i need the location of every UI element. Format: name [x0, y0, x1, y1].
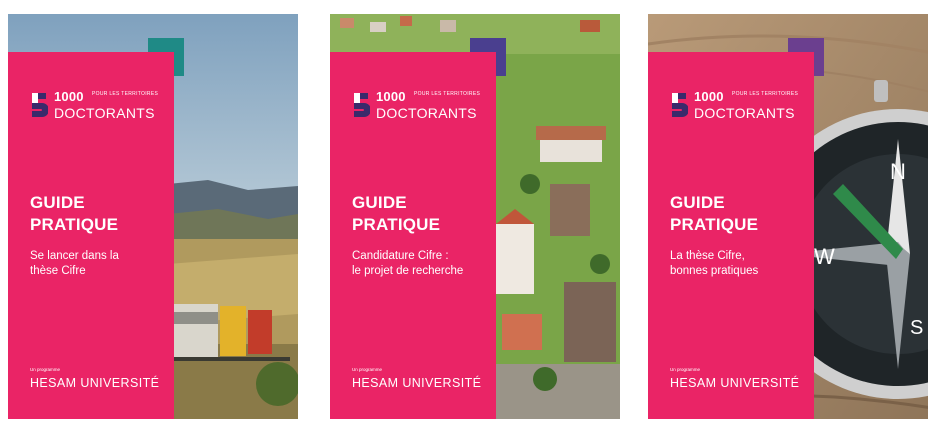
logo-tagline: pour les territoires: [732, 91, 799, 97]
guide-card-3[interactable]: N W S 1000 pour les territoires DOCTORAN…: [648, 14, 928, 419]
logo-word: DOCTORANTS: [694, 105, 795, 121]
title-line-2: PRATIQUE: [30, 215, 119, 234]
cover-panel: 1000 pour les territoires DOCTORANTS GUI…: [648, 52, 814, 419]
title-line-2: PRATIQUE: [352, 215, 441, 234]
university-name: HESAM UNIVERSITÉ: [30, 376, 160, 390]
cover-panel: 1000 pour les territoires DOCTORANTS GUI…: [8, 52, 174, 419]
guide-title: GUIDE PRATIQUE: [670, 192, 810, 236]
subtitle-line-1: Candidature Cifre :: [352, 250, 449, 262]
cover-panel: 1000 pour les territoires DOCTORANTS GUI…: [330, 52, 496, 419]
doctorants-logo: 1000 pour les territoires DOCTORANTS: [30, 89, 180, 131]
logo-five-icon: [32, 93, 48, 117]
svg-text:W: W: [814, 244, 835, 269]
logo-number: 1000: [54, 89, 84, 104]
university-name: HESAM UNIVERSITÉ: [352, 376, 482, 390]
university-name: HESAM UNIVERSITÉ: [670, 376, 800, 390]
subtitle-line-1: La thèse Cifre,: [670, 250, 745, 262]
title-line-1: GUIDE: [670, 193, 725, 212]
logo-five-icon: [672, 93, 688, 117]
guide-subtitle: Se lancer dans la thèse Cifre: [30, 249, 170, 279]
logo-number: 1000: [376, 89, 406, 104]
subtitle-line-2: le projet de recherche: [352, 265, 464, 277]
doctorants-logo: 1000 pour les territoires DOCTORANTS: [670, 89, 820, 131]
logo-number: 1000: [694, 89, 724, 104]
svg-text:S: S: [910, 317, 923, 339]
title-line-1: GUIDE: [352, 193, 407, 212]
guide-title: GUIDE PRATIQUE: [352, 192, 492, 236]
program-label: Un programme: [30, 367, 61, 372]
logo-word: DOCTORANTS: [376, 105, 477, 121]
program-label: Un programme: [352, 367, 383, 372]
doctorants-logo: 1000 pour les territoires DOCTORANTS: [352, 89, 502, 131]
subtitle-line-2: thèse Cifre: [30, 265, 86, 277]
program-label: Un programme: [670, 367, 701, 372]
logo-word: DOCTORANTS: [54, 105, 155, 121]
logo-five-icon: [354, 93, 370, 117]
guide-subtitle: La thèse Cifre, bonnes pratiques: [670, 249, 810, 279]
guide-title: GUIDE PRATIQUE: [30, 192, 170, 236]
logo-tagline: pour les territoires: [414, 91, 481, 97]
title-line-2: PRATIQUE: [670, 215, 759, 234]
guide-card-1[interactable]: 1000 pour les territoires DOCTORANTS GUI…: [8, 14, 298, 419]
guide-card-2[interactable]: 1000 pour les territoires DOCTORANTS GUI…: [330, 14, 620, 419]
title-line-1: GUIDE: [30, 193, 85, 212]
subtitle-line-1: Se lancer dans la: [30, 250, 119, 262]
svg-text:N: N: [890, 159, 906, 184]
guide-subtitle: Candidature Cifre : le projet de recherc…: [352, 249, 492, 279]
logo-tagline: pour les territoires: [92, 91, 159, 97]
subtitle-line-2: bonnes pratiques: [670, 265, 759, 277]
